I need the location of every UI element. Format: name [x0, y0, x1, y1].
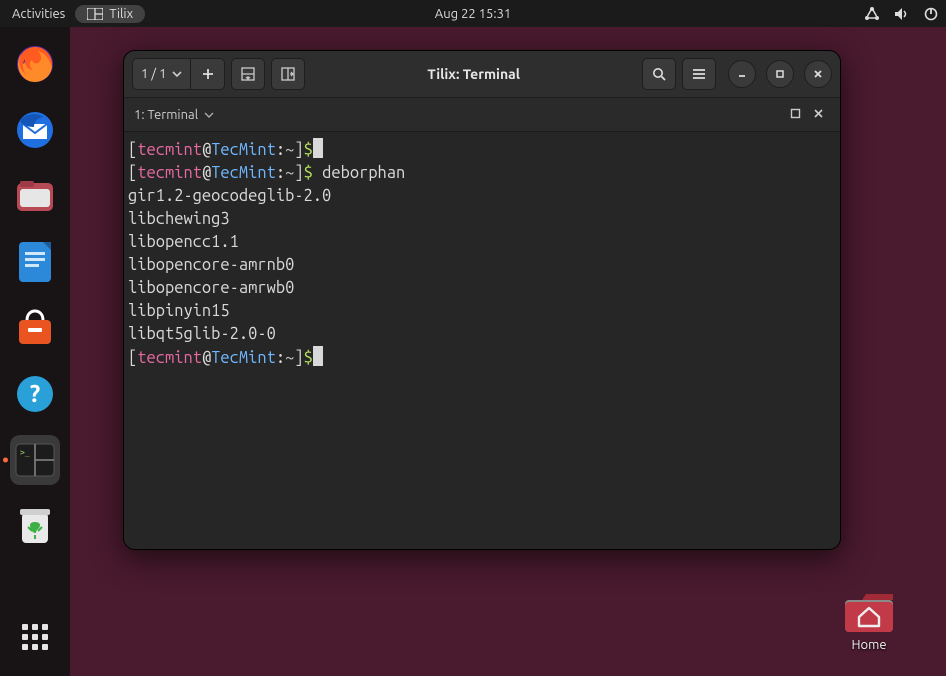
network-icon[interactable] [864, 7, 880, 21]
plus-icon [202, 68, 214, 80]
tilix-pill-icon [87, 8, 103, 20]
files-icon [14, 177, 56, 215]
activities-button[interactable]: Activities [12, 7, 65, 21]
desktop-home-icon[interactable]: Home [824, 590, 914, 652]
tilix-window: 1 / 1 Tilix: Terminal [123, 50, 841, 550]
terminal-output[interactable]: [tecmint@TecMint:~]$[tecmint@TecMint:~]$… [124, 132, 840, 549]
thunderbird-icon [14, 109, 56, 151]
session-selector[interactable]: 1 / 1 [132, 58, 191, 90]
dock-firefox[interactable] [10, 39, 60, 89]
folder-home-icon [842, 590, 896, 634]
close-icon [813, 69, 823, 79]
titlebar: 1 / 1 Tilix: Terminal [124, 51, 840, 98]
dock-software[interactable] [10, 303, 60, 353]
active-app-pill[interactable]: Tilix [75, 5, 145, 23]
split-right-icon [281, 67, 295, 81]
hamburger-icon [692, 68, 706, 80]
power-icon[interactable] [924, 7, 938, 21]
dock-thunderbird[interactable] [10, 105, 60, 155]
trash-icon [16, 505, 54, 547]
tilix-icon: >_ [15, 443, 55, 477]
pane-maximize-button[interactable] [784, 104, 807, 126]
new-session-button[interactable] [191, 58, 225, 90]
top-bar: Activities Tilix Aug 22 15:31 [0, 0, 946, 27]
desktop-home-label: Home [824, 638, 914, 652]
split-down-icon [241, 67, 255, 81]
dock-trash[interactable] [10, 501, 60, 551]
show-applications-button[interactable] [10, 612, 60, 662]
hamburger-menu-button[interactable] [682, 58, 716, 90]
search-button[interactable] [642, 58, 676, 90]
close-icon [813, 108, 824, 119]
minimize-button[interactable] [728, 60, 756, 88]
terminal-tab[interactable]: 1: Terminal [134, 108, 214, 122]
split-down-button[interactable] [231, 58, 265, 90]
svg-text:>_: >_ [20, 448, 30, 457]
volume-icon[interactable] [894, 7, 910, 21]
terminal-tab-bar: 1: Terminal [124, 98, 840, 132]
split-right-button[interactable] [271, 58, 305, 90]
writer-icon [15, 240, 55, 284]
software-store-icon [14, 308, 56, 348]
help-icon: ? [14, 373, 56, 415]
search-icon [652, 67, 666, 81]
dock-tilix[interactable]: >_ [10, 435, 60, 485]
dock: ? >_ [0, 27, 70, 676]
square-icon [790, 108, 801, 119]
terminal-tab-label: 1: Terminal [134, 108, 198, 122]
chevron-down-icon [204, 112, 214, 118]
close-button[interactable] [804, 60, 832, 88]
window-title: Tilix: Terminal [311, 66, 636, 82]
maximize-button[interactable] [766, 60, 794, 88]
apps-grid-icon [22, 624, 48, 650]
session-counter-label: 1 / 1 [141, 67, 166, 81]
svg-text:?: ? [30, 380, 41, 407]
system-tray [864, 7, 938, 21]
pane-close-button[interactable] [807, 104, 830, 126]
active-app-label: Tilix [109, 7, 133, 21]
chevron-down-icon [172, 71, 182, 77]
firefox-icon [14, 43, 56, 85]
dock-help[interactable]: ? [10, 369, 60, 419]
running-indicator-dot [3, 458, 8, 463]
maximize-icon [775, 69, 785, 79]
dock-files[interactable] [10, 171, 60, 221]
minimize-icon [737, 69, 747, 79]
clock[interactable]: Aug 22 15:31 [435, 0, 512, 27]
dock-libreoffice-writer[interactable] [10, 237, 60, 287]
